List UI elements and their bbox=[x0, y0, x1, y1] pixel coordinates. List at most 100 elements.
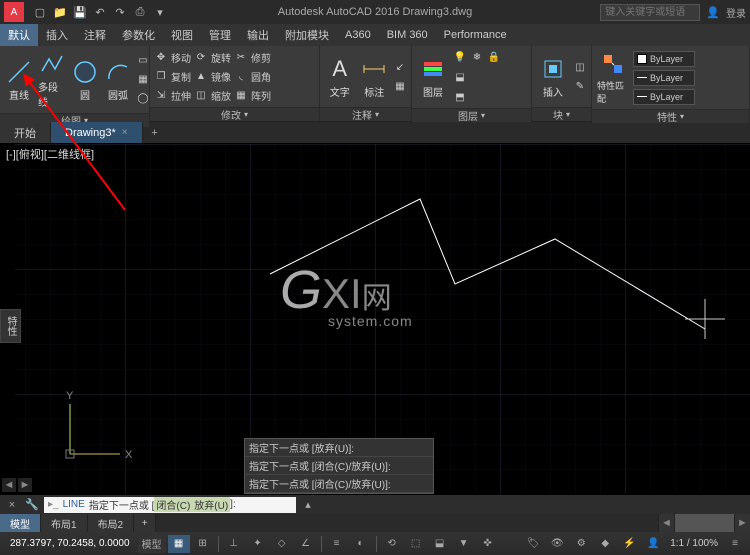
tab-output[interactable]: 输出 bbox=[239, 24, 277, 46]
command-input[interactable]: ▸_ LINE 指定下一点或 [ 闭合(C) 放弃(U) ]: bbox=[44, 497, 296, 513]
close-tab-icon[interactable]: × bbox=[122, 127, 128, 138]
panel-annotation-title[interactable]: 注释▾ bbox=[320, 107, 411, 121]
isoplane-icon[interactable]: ◆ bbox=[594, 535, 616, 553]
mirror-button[interactable]: ▲镜像 bbox=[194, 68, 231, 86]
tab-view[interactable]: 视图 bbox=[163, 24, 201, 46]
insert-block-button[interactable]: 插入 bbox=[536, 53, 570, 101]
copy-button[interactable]: ❐复制 bbox=[154, 68, 191, 86]
user-icon[interactable]: 👤 bbox=[706, 6, 720, 19]
move-button[interactable]: ✥移动 bbox=[154, 49, 191, 67]
annovis-icon[interactable]: 👁 bbox=[546, 535, 568, 553]
dimension-button[interactable]: 标注 bbox=[359, 53, 391, 101]
tab-performance[interactable]: Performance bbox=[436, 24, 515, 46]
qat-open-icon[interactable]: 📁 bbox=[52, 4, 68, 20]
qat-print-icon[interactable]: ⎙ bbox=[132, 4, 148, 20]
ellipse-button[interactable]: ◯ bbox=[136, 90, 150, 108]
sign-in-button[interactable]: 登录 bbox=[726, 5, 746, 20]
circle-button[interactable]: 圆 bbox=[70, 56, 100, 104]
layout-add[interactable]: + bbox=[134, 514, 156, 532]
hardware-accel-icon[interactable]: ⚡ bbox=[618, 535, 640, 553]
tab-parametric[interactable]: 参数化 bbox=[114, 24, 163, 46]
fillet-button[interactable]: ◟圆角 bbox=[234, 68, 271, 86]
hatch-button[interactable]: ▦ bbox=[136, 71, 150, 89]
panel-layers-title[interactable]: 图层▾ bbox=[412, 108, 531, 122]
color-combo[interactable]: ByLayer bbox=[633, 51, 695, 67]
scale-button[interactable]: ◫缩放 bbox=[194, 87, 231, 105]
layout-1[interactable]: 布局1 bbox=[41, 514, 88, 532]
gizmo-toggle[interactable]: ✜ bbox=[477, 535, 499, 553]
layer-row1[interactable]: 💡❄🔒 bbox=[453, 48, 501, 66]
edit-block-button[interactable]: ✎ bbox=[573, 77, 587, 95]
app-icon[interactable]: A bbox=[4, 2, 24, 22]
match-props-button[interactable]: 特性匹配 bbox=[596, 48, 630, 107]
drawing-canvas[interactable]: [-][俯视][二维线框] 特性 X Y bbox=[0, 144, 750, 494]
tab-bim360[interactable]: BIM 360 bbox=[379, 24, 436, 46]
line-button[interactable]: 直线 bbox=[4, 56, 34, 104]
grid-toggle[interactable]: ▦ bbox=[168, 535, 190, 553]
help-search-input[interactable] bbox=[600, 4, 700, 21]
trim-button[interactable]: ✂修剪 bbox=[234, 49, 271, 67]
layer-combo[interactable]: ⬓ bbox=[453, 68, 501, 86]
isolate-icon[interactable]: 👤 bbox=[642, 535, 664, 553]
stretch-button[interactable]: ⇲拉伸 bbox=[154, 87, 191, 105]
qat-save-icon[interactable]: 💾 bbox=[72, 4, 88, 20]
lineweight-combo[interactable]: ByLayer bbox=[633, 70, 695, 86]
rect-button[interactable]: ▭ bbox=[136, 52, 150, 70]
qat-undo-icon[interactable]: ↶ bbox=[92, 4, 108, 20]
scroll-left-icon[interactable]: ◄ bbox=[2, 478, 16, 492]
arc-button[interactable]: 圆弧 bbox=[103, 56, 133, 104]
hscroll-thumb[interactable] bbox=[674, 514, 734, 532]
tab-annotate[interactable]: 注释 bbox=[76, 24, 114, 46]
rotate-button[interactable]: ⟳旋转 bbox=[194, 49, 231, 67]
layer-row3[interactable]: ⬒ bbox=[453, 88, 501, 106]
ortho-toggle[interactable]: ⊥ bbox=[223, 535, 245, 553]
snap-toggle[interactable]: ⊞ bbox=[192, 535, 214, 553]
otrack-toggle[interactable]: ∠ bbox=[295, 535, 317, 553]
3dosnap-toggle[interactable]: ⬚ bbox=[405, 535, 427, 553]
panel-block-title[interactable]: 块▾ bbox=[532, 107, 591, 121]
workspace-icon[interactable]: ⚙ bbox=[570, 535, 592, 553]
linetype-combo[interactable]: ByLayer bbox=[633, 89, 695, 105]
model-space-button[interactable]: 模型 bbox=[138, 535, 166, 553]
cmd-customize-icon[interactable]: 🔧 bbox=[24, 497, 40, 513]
doctab-drawing3[interactable]: Drawing3*× bbox=[51, 122, 143, 143]
transparency-toggle[interactable]: ◐ bbox=[350, 535, 372, 553]
cmd-option-close[interactable]: 闭合(C) bbox=[154, 497, 192, 512]
hscroll-right-icon[interactable]: ► bbox=[734, 514, 750, 532]
panel-properties-title[interactable]: 特性▾ bbox=[592, 109, 749, 123]
customize-status-icon[interactable]: ≡ bbox=[724, 535, 746, 553]
new-tab-button[interactable]: + bbox=[143, 122, 167, 143]
layer-props-button[interactable]: 图层 bbox=[416, 53, 450, 101]
panel-modify-title[interactable]: 修改▾ bbox=[150, 107, 319, 121]
tab-manage[interactable]: 管理 bbox=[201, 24, 239, 46]
tab-insert[interactable]: 插入 bbox=[38, 24, 76, 46]
create-block-button[interactable]: ◫ bbox=[573, 58, 587, 76]
layout-2[interactable]: 布局2 bbox=[88, 514, 135, 532]
lineweight-toggle[interactable]: ≡ bbox=[326, 535, 348, 553]
tab-a360[interactable]: A360 bbox=[337, 24, 379, 46]
hscroll-left-icon[interactable]: ◄ bbox=[658, 514, 674, 532]
dynucs-toggle[interactable]: ⬓ bbox=[429, 535, 451, 553]
table-button[interactable]: ▦ bbox=[393, 77, 407, 95]
leader-button[interactable]: ↙ bbox=[393, 58, 407, 76]
cmd-option-undo[interactable]: 放弃(U) bbox=[192, 497, 230, 512]
cycle-toggle[interactable]: ⟲ bbox=[381, 535, 403, 553]
text-button[interactable]: A 文字 bbox=[324, 53, 356, 101]
annoscale-icon[interactable]: 🏷 bbox=[522, 535, 544, 553]
doctab-start[interactable]: 开始 bbox=[0, 122, 51, 143]
tab-addins[interactable]: 附加模块 bbox=[277, 24, 337, 46]
cmd-recent-icon[interactable]: ▴ bbox=[300, 497, 316, 513]
qat-dropdown-icon[interactable]: ▾ bbox=[152, 4, 168, 20]
tab-default[interactable]: 默认 bbox=[0, 24, 38, 46]
scroll-right-icon[interactable]: ► bbox=[18, 478, 32, 492]
polar-toggle[interactable]: ✦ bbox=[247, 535, 269, 553]
cmd-close-icon[interactable]: × bbox=[4, 497, 20, 513]
array-button[interactable]: ▦阵列 bbox=[234, 87, 271, 105]
qat-redo-icon[interactable]: ↷ bbox=[112, 4, 128, 20]
polyline-button[interactable]: 多段线 bbox=[37, 48, 67, 111]
selection-filter[interactable]: ▼ bbox=[453, 535, 475, 553]
osnap-toggle[interactable]: ◇ bbox=[271, 535, 293, 553]
qat-new-icon[interactable]: ▢ bbox=[32, 4, 48, 20]
layout-model[interactable]: 模型 bbox=[0, 514, 41, 532]
zoom-readout[interactable]: 1:1 / 100% bbox=[670, 538, 718, 549]
